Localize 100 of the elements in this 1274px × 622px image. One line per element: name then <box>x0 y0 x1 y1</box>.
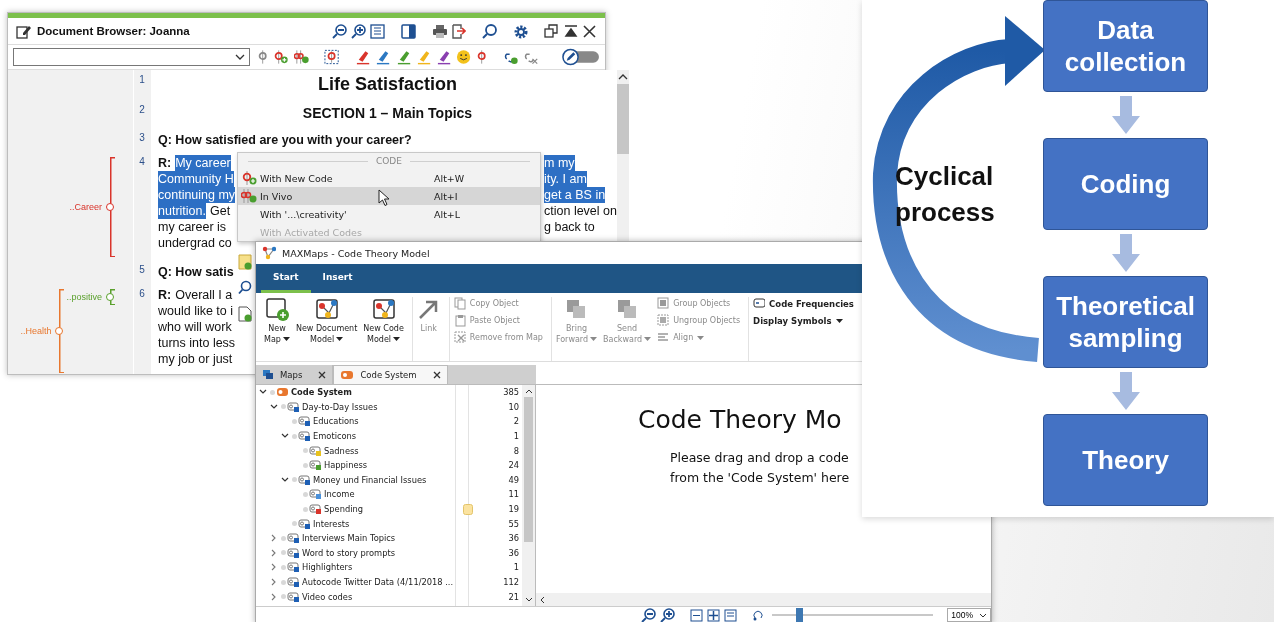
line-number: 6 <box>138 287 146 301</box>
process-step: Coding <box>1043 138 1208 230</box>
code-stripe[interactable] <box>106 289 115 305</box>
fit-page-icon[interactable] <box>706 608 720 622</box>
code-count: 11 <box>507 489 520 500</box>
reset-zoom-icon[interactable] <box>751 609 764 621</box>
edit-mode-toggle[interactable] <box>562 48 601 66</box>
highlighter-icon[interactable] <box>375 49 391 65</box>
chevron-down-icon[interactable] <box>270 403 278 410</box>
highlighter-icon[interactable] <box>355 49 371 65</box>
tree-item[interactable]: Code System <box>291 387 461 398</box>
code-count: 385 <box>502 387 520 398</box>
chevron-right-icon[interactable] <box>271 548 277 557</box>
menu-item[interactable]: With '...\creativity' Alt+L <box>238 205 540 223</box>
pin-icon[interactable] <box>563 23 578 39</box>
memo-add-icon[interactable] <box>238 254 252 270</box>
search-icon[interactable] <box>482 23 497 39</box>
text-line: turns into less <box>158 335 236 351</box>
panel-icon[interactable] <box>401 23 416 39</box>
tree-item[interactable]: Video codes <box>302 591 461 602</box>
ribbon-button[interactable]: Display Symbols <box>753 314 854 327</box>
tree-item[interactable]: Money und Financial Issues <box>313 474 461 485</box>
chevron-right-icon[interactable] <box>271 534 277 543</box>
search-icon[interactable] <box>238 280 252 296</box>
tree-item[interactable]: Sadness <box>324 445 461 456</box>
hint-text: Please drag and drop a code <box>669 449 850 467</box>
zoom-dropdown[interactable]: 100% <box>947 608 991 622</box>
code-icon[interactable] <box>257 49 269 65</box>
scroll-thumb[interactable] <box>524 397 533 542</box>
paste-icon <box>453 314 466 327</box>
text-line: would like to i <box>158 303 234 319</box>
ribbon-tab[interactable]: Insert <box>310 272 365 293</box>
ribbon-button[interactable]: Code Frequencies <box>753 297 854 310</box>
zoom-in-icon[interactable] <box>351 23 366 39</box>
print-icon[interactable] <box>432 23 447 39</box>
smiley-icon[interactable] <box>456 49 472 65</box>
percent-icon[interactable] <box>370 23 385 39</box>
ribbon-button[interactable]: New Map <box>264 297 290 345</box>
tree-item[interactable]: Autocode Twitter Data (4/11/2018 ... <box>302 577 461 587</box>
document-title: Life Satisfaction <box>317 73 457 95</box>
highlighter-icon[interactable] <box>395 49 411 65</box>
chevron-down-icon[interactable] <box>281 433 289 440</box>
document-add-icon[interactable] <box>238 306 252 322</box>
tree-item[interactable]: Income <box>324 489 461 500</box>
scrollbar[interactable] <box>522 385 535 606</box>
code-count: 24 <box>507 460 520 471</box>
ribbon-tab[interactable]: Start <box>261 272 311 293</box>
group-icon <box>657 297 670 310</box>
highlighter-icon[interactable] <box>435 49 451 65</box>
export-icon[interactable] <box>451 23 466 39</box>
scroll-left-icon[interactable] <box>540 595 545 604</box>
zoom-in-icon[interactable] <box>660 607 675 622</box>
close-icon[interactable] <box>318 370 327 379</box>
code-count: 19 <box>507 504 520 515</box>
text-line: Overall I a <box>175 287 233 303</box>
chevron-right-icon[interactable] <box>271 592 277 601</box>
line-number: 2 <box>138 103 146 117</box>
tree-item[interactable]: Day-to-Day Issues <box>302 401 461 412</box>
ribbon-button[interactable]: New Code Model <box>363 297 404 345</box>
text-line: undergrad co <box>158 235 232 251</box>
add-code-icon[interactable] <box>273 49 289 65</box>
scroll-up-icon[interactable] <box>524 389 533 394</box>
tree-item[interactable]: Emoticons <box>313 431 461 442</box>
code-dropdown[interactable] <box>13 48 251 66</box>
settings-icon[interactable] <box>513 23 528 39</box>
code-stripe[interactable] <box>106 157 115 257</box>
close-icon[interactable] <box>582 23 597 39</box>
scrollbar[interactable] <box>536 593 991 606</box>
menu-item[interactable]: With New Code Alt+W <box>238 169 540 187</box>
close-icon[interactable] <box>432 371 441 379</box>
code-label[interactable]: ..Career <box>69 202 102 212</box>
ungroup-icon <box>657 314 670 327</box>
in-vivo-icon <box>241 188 257 204</box>
tree-item[interactable]: Happiness <box>324 460 461 471</box>
chevron-down-icon[interactable] <box>259 389 267 396</box>
chevron-right-icon[interactable] <box>271 563 277 572</box>
tree-item[interactable]: Educations <box>313 416 461 427</box>
ribbon-button[interactable]: New Document Model <box>295 297 358 345</box>
code-icon[interactable] <box>476 49 488 65</box>
restore-icon[interactable] <box>544 23 559 39</box>
zoom-out-icon[interactable] <box>332 23 347 39</box>
line-number: 1 <box>138 73 146 87</box>
menu-item[interactable]: In Vivo Alt+I <box>238 187 540 205</box>
chevron-down-icon[interactable] <box>281 476 289 483</box>
fit-width-icon[interactable] <box>689 608 703 622</box>
tree-item[interactable]: Interviews Main Topics <box>302 533 461 544</box>
tree-item[interactable]: Interests <box>313 518 461 529</box>
add-code-icon[interactable] <box>293 49 309 65</box>
process-step: Theoretical sampling <box>1043 276 1208 368</box>
tree-item[interactable]: Spending <box>324 504 461 515</box>
chevron-right-icon[interactable] <box>271 578 277 586</box>
panel-tab[interactable]: Code System <box>333 365 448 384</box>
code-count: 112 <box>502 577 520 587</box>
tree-item[interactable]: Highlighters <box>302 562 461 573</box>
menu-section-header: CODE <box>376 156 402 166</box>
zoom-out-icon[interactable] <box>641 607 656 622</box>
tree-item[interactable]: Word to story prompts <box>302 547 461 558</box>
code-selection-icon[interactable] <box>324 49 340 65</box>
scroll-up-icon[interactable] <box>617 74 628 80</box>
scroll-down-icon[interactable] <box>524 597 533 602</box>
